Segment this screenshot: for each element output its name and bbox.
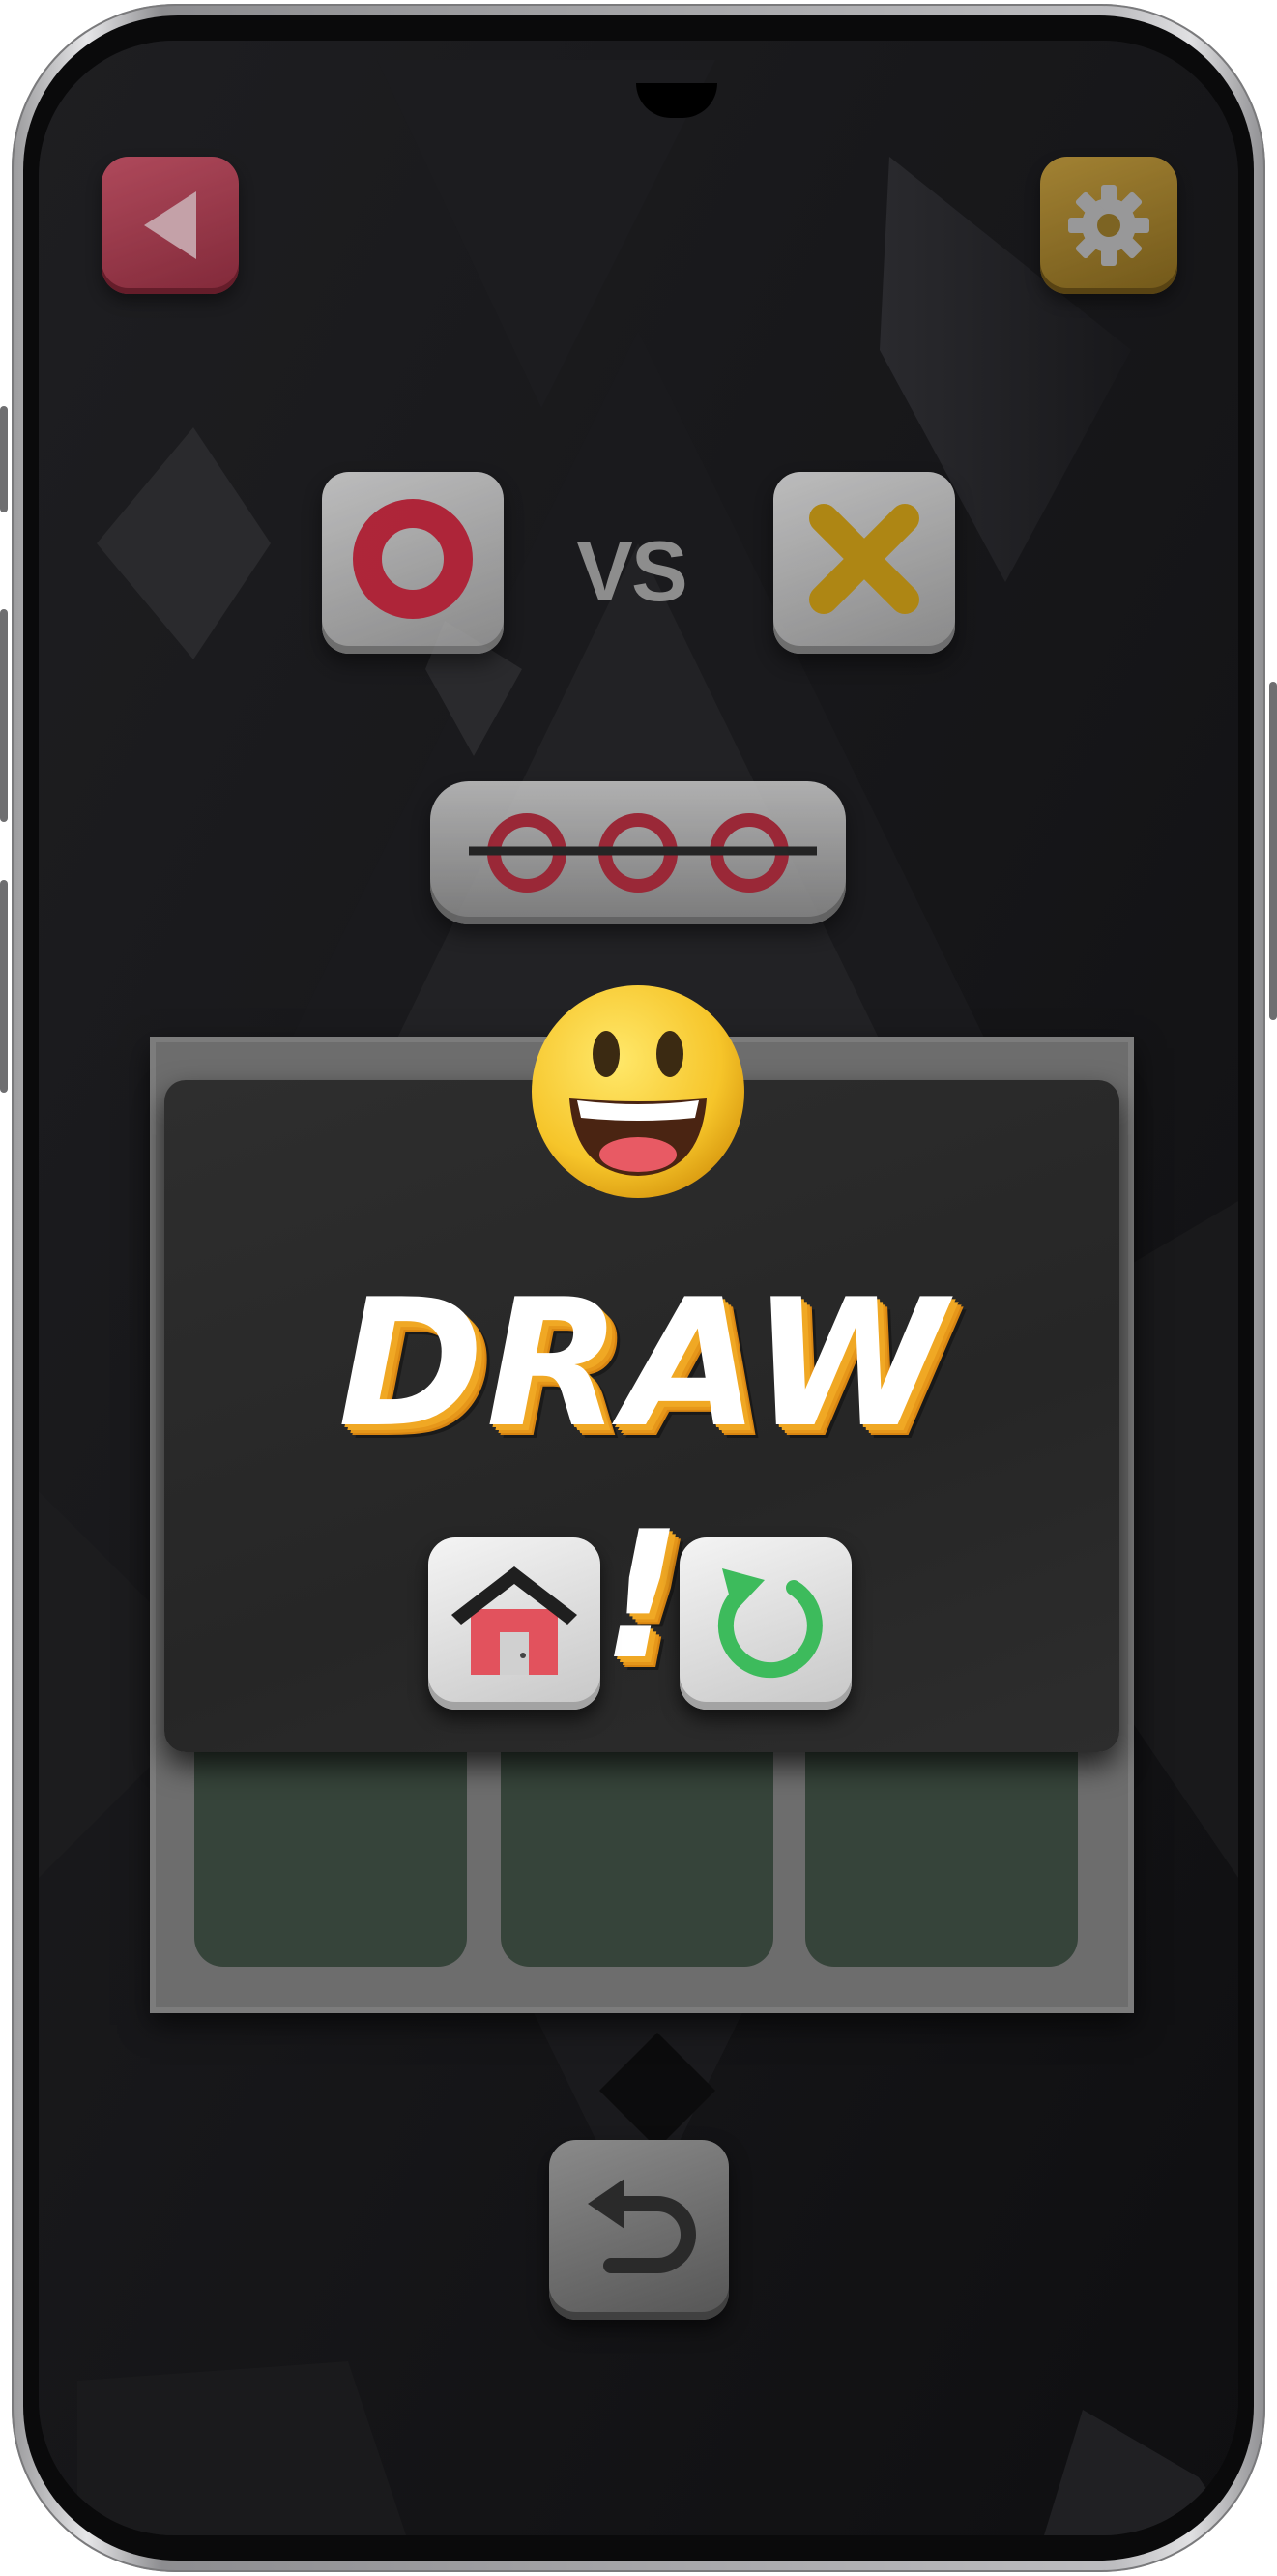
- x-mark-icon: [809, 504, 919, 614]
- restart-button[interactable]: [680, 1537, 852, 1710]
- player-x-tile: X: [773, 472, 955, 654]
- phone-side-button: [0, 406, 8, 512]
- restart-icon: [717, 1568, 823, 1679]
- board-cell[interactable]: [805, 1744, 1078, 1967]
- grinning-face-icon: [532, 985, 744, 1198]
- player-o-tile: O: [322, 472, 504, 654]
- back-triangle-icon: [144, 191, 196, 259]
- undo-icon: [588, 2179, 696, 2273]
- back-button[interactable]: [102, 157, 239, 294]
- home-icon: [451, 1566, 577, 1675]
- home-button[interactable]: [428, 1537, 600, 1710]
- o-mark-icon: [353, 499, 473, 619]
- vs-label: VS: [576, 523, 687, 619]
- settings-button[interactable]: [1040, 157, 1177, 294]
- gear-icon: [1068, 185, 1149, 266]
- undo-button[interactable]: [549, 2140, 729, 2320]
- phone-side-button: [1269, 682, 1277, 1020]
- phone-side-button: [0, 609, 8, 822]
- result-title: DRAW !: [337, 1261, 948, 1698]
- win-line-indicator: [430, 781, 846, 924]
- board-cell[interactable]: [501, 1744, 773, 1967]
- board-cell[interactable]: [194, 1744, 467, 1967]
- phone-side-button: [0, 880, 8, 1093]
- three-o-strike-icon: [469, 813, 817, 893]
